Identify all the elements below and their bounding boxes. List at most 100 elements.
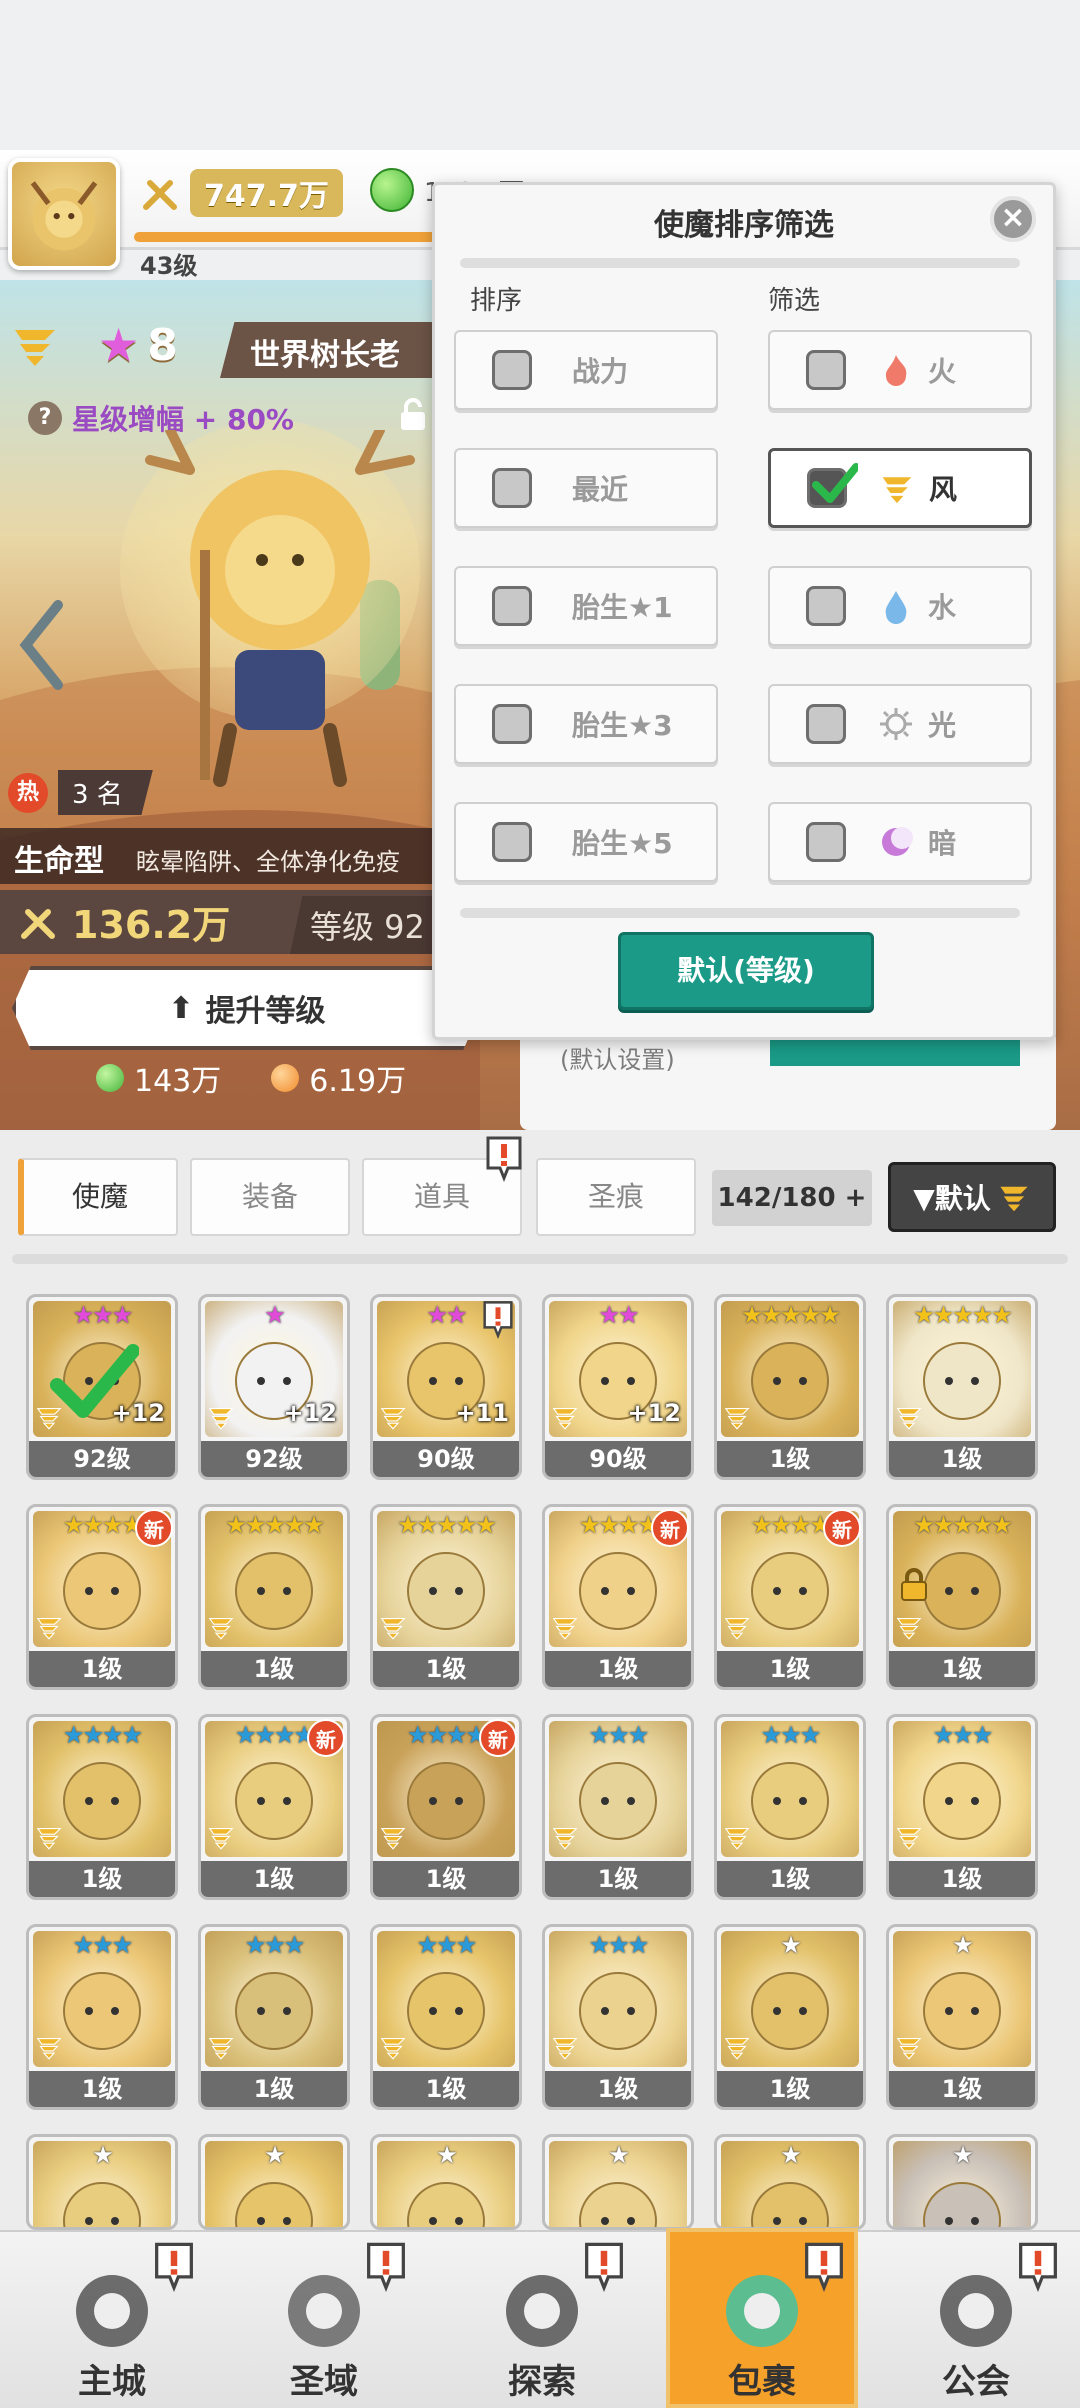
familiar-card[interactable]: ★★★★ 1级新 bbox=[26, 1504, 178, 1690]
divider bbox=[460, 908, 1020, 918]
familiar-card[interactable]: ★ bbox=[198, 2134, 350, 2230]
close-button[interactable]: × bbox=[990, 196, 1036, 242]
familiar-card[interactable]: ★★★★★ 1级 bbox=[714, 1294, 866, 1480]
familiar-level: 92级 bbox=[201, 1441, 347, 1477]
type-description: 眩晕陷阱、全体净化免疫 bbox=[136, 848, 400, 876]
familiar-card[interactable]: ★ 1级 bbox=[886, 1924, 1038, 2110]
familiar-card[interactable]: ★ bbox=[542, 2134, 694, 2230]
slime-bag-icon bbox=[726, 2275, 798, 2347]
familiar-card[interactable]: ★ bbox=[370, 2134, 522, 2230]
checkbox[interactable] bbox=[807, 463, 858, 508]
capacity-counter[interactable]: 142/180 + bbox=[712, 1170, 872, 1226]
checkbox[interactable] bbox=[806, 704, 846, 744]
filter-option[interactable]: 光 bbox=[768, 684, 1032, 764]
tab-equipment[interactable]: 装备 bbox=[190, 1158, 350, 1236]
character-name: 世界树长老 bbox=[220, 322, 460, 378]
nav-inventory[interactable]: 包裹 bbox=[662, 2236, 862, 2408]
nav-sanctuary[interactable]: 圣域 bbox=[224, 2236, 424, 2408]
familiar-card[interactable]: ★★★★ 1级 bbox=[26, 1714, 178, 1900]
sort-option[interactable]: 最近 bbox=[454, 448, 718, 528]
default-setting-label: (默认设置) bbox=[560, 1046, 675, 1074]
familiar-card[interactable]: ★★★★ 1级新 bbox=[370, 1714, 522, 1900]
wind-element-icon bbox=[552, 1408, 578, 1430]
rarity-stars: ★★★★★ bbox=[741, 1301, 841, 1329]
nav-main-city[interactable]: 主城 bbox=[12, 2236, 212, 2408]
wind-element-icon bbox=[896, 1408, 922, 1430]
familiar-card[interactable]: ★ +12 92级 bbox=[198, 1294, 350, 1480]
type-label: 生命型 bbox=[14, 844, 104, 879]
guild-helmet-icon bbox=[940, 2275, 1012, 2347]
familiar-card[interactable]: ★★★ 1级 bbox=[886, 1714, 1038, 1900]
familiar-level: 1级 bbox=[201, 2071, 347, 2107]
familiar-card[interactable]: ★ bbox=[26, 2134, 178, 2230]
checkbox[interactable] bbox=[492, 704, 532, 744]
upgrade-level-label: 提升等级 bbox=[205, 994, 326, 1029]
tab-stigma[interactable]: 圣痕 bbox=[536, 1158, 696, 1236]
checkbox[interactable] bbox=[806, 586, 846, 626]
familiar-card[interactable]: ★★★ 1级 bbox=[542, 1714, 694, 1900]
sort-option[interactable]: 战力 bbox=[454, 330, 718, 410]
vortex-icon bbox=[288, 2275, 360, 2347]
familiar-card[interactable]: ★★★★ 1级新 bbox=[198, 1714, 350, 1900]
sort-button[interactable]: ▼默认 bbox=[888, 1162, 1056, 1232]
familiar-card[interactable]: ★★★ 1级 bbox=[198, 1924, 350, 2110]
familiar-card[interactable]: ★★★★★ 1级 bbox=[886, 1504, 1038, 1690]
star-level: ★ 8 bbox=[98, 318, 178, 372]
familiar-card[interactable]: ★★★★★ 1级 bbox=[886, 1294, 1038, 1480]
sort-option-label: 最近 bbox=[572, 473, 629, 506]
divider bbox=[460, 258, 1020, 268]
rarity-stars: ★ bbox=[780, 2141, 802, 2169]
enhance-count: +12 bbox=[283, 1399, 337, 1427]
wind-element-icon bbox=[552, 1618, 578, 1640]
upgrade-level-button[interactable]: ⬆ 提升等级 bbox=[12, 966, 482, 1050]
familiar-card[interactable]: ★★★ 1级 bbox=[714, 1714, 866, 1900]
familiar-card[interactable]: ★ 1级 bbox=[714, 1924, 866, 2110]
familiar-card[interactable]: ★★★★★ 1级 bbox=[198, 1504, 350, 1690]
checkbox[interactable] bbox=[492, 822, 532, 862]
nav-explore[interactable]: 探索 bbox=[442, 2236, 642, 2408]
sort-option[interactable]: 胎生★3 bbox=[454, 684, 718, 764]
familiar-card[interactable]: ★★★ +12 92级 bbox=[26, 1294, 178, 1480]
checkbox[interactable] bbox=[492, 468, 532, 508]
tab-familiar[interactable]: 使魔 bbox=[18, 1158, 178, 1236]
familiar-card[interactable]: ★★ +11 90级 bbox=[370, 1294, 522, 1480]
checkbox[interactable] bbox=[492, 350, 532, 390]
enhance-count: +11 bbox=[455, 1399, 509, 1427]
familiar-card[interactable]: ★ bbox=[886, 2134, 1038, 2230]
divider bbox=[12, 1254, 1068, 1264]
lock-icon[interactable] bbox=[398, 398, 428, 432]
default-sort-button[interactable]: 默认(等级) bbox=[618, 932, 874, 1010]
sort-option[interactable]: 胎生★1 bbox=[454, 566, 718, 646]
checkbox[interactable] bbox=[806, 350, 846, 390]
familiar-card[interactable]: ★★★ 1级 bbox=[542, 1924, 694, 2110]
rarity-stars: ★ bbox=[952, 1931, 974, 1959]
familiar-level: 1级 bbox=[373, 1861, 519, 1897]
nav-label: 探索 bbox=[508, 2362, 576, 2402]
familiar-card[interactable]: ★★★★ 1级新 bbox=[542, 1504, 694, 1690]
filter-option[interactable]: 风 bbox=[768, 448, 1032, 528]
wind-element-icon bbox=[208, 1408, 234, 1430]
water-icon bbox=[885, 591, 907, 624]
sort-option[interactable]: 胎生★5 bbox=[454, 802, 718, 882]
familiar-card[interactable]: ★★★ 1级 bbox=[26, 1924, 178, 2110]
green-orb-icon bbox=[96, 1064, 124, 1092]
familiar-card[interactable]: ★★ +12 90级 bbox=[542, 1294, 694, 1480]
green-orb-icon bbox=[370, 168, 414, 212]
familiar-level: 1级 bbox=[373, 2071, 519, 2107]
familiar-card[interactable]: ★★★ 1级 bbox=[370, 1924, 522, 2110]
checkbox[interactable] bbox=[492, 586, 532, 626]
familiar-card[interactable]: ★ bbox=[714, 2134, 866, 2230]
filter-option[interactable]: 水 bbox=[768, 566, 1032, 646]
light-icon bbox=[880, 708, 912, 740]
familiar-level: 1级 bbox=[373, 1651, 519, 1687]
filter-option[interactable]: 暗 bbox=[768, 802, 1032, 882]
checkbox[interactable] bbox=[806, 822, 846, 862]
familiar-card[interactable]: ★★★★ 1级新 bbox=[714, 1504, 866, 1690]
help-icon[interactable]: ? bbox=[28, 401, 62, 435]
nav-guild[interactable]: 公会 bbox=[876, 2236, 1076, 2408]
filter-option[interactable]: 火 bbox=[768, 330, 1032, 410]
wind-element-icon bbox=[36, 2038, 62, 2060]
familiar-card[interactable]: ★★★★★ 1级 bbox=[370, 1504, 522, 1690]
prev-character-arrow-icon[interactable] bbox=[18, 600, 64, 690]
player-avatar[interactable] bbox=[8, 158, 120, 270]
